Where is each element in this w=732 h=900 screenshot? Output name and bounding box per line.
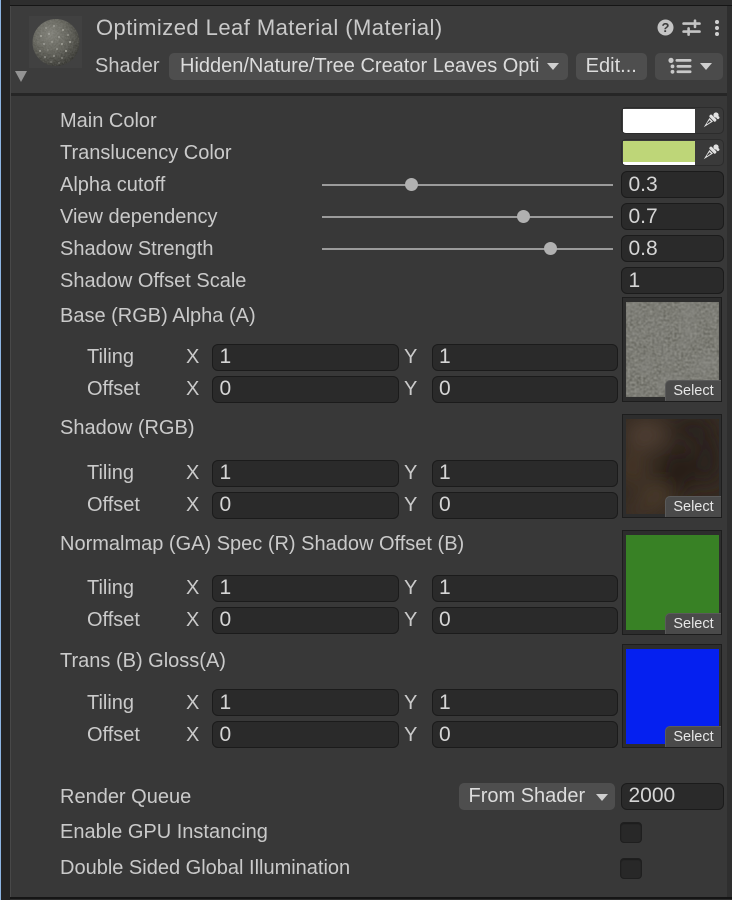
svg-text:?: ? — [662, 20, 670, 35]
